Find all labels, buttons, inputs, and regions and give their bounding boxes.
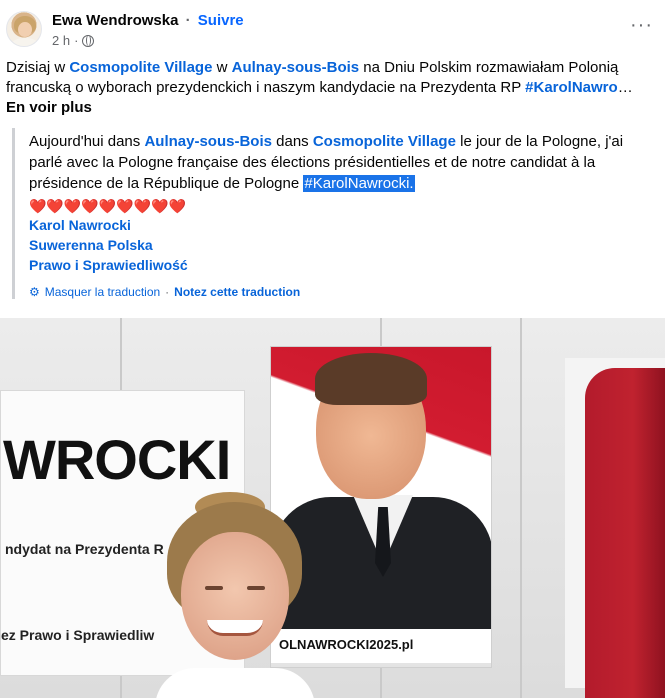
woman-eye	[205, 586, 223, 590]
tr-text-2: dans	[271, 133, 313, 150]
globe-icon[interactable]	[82, 34, 95, 47]
hide-translation-link[interactable]: Masquer la traduction	[45, 285, 160, 299]
tr-hashtag-selected[interactable]: #KarolNawrocki.	[303, 175, 415, 192]
place-link-aulnay[interactable]: Aulnay-sous-Bois	[232, 59, 360, 76]
post-time[interactable]: 2 h	[52, 33, 70, 48]
woman-top	[155, 668, 315, 698]
post-photo[interactable]: WROCKI ndydat na Prezydenta R ez Prawo i…	[0, 318, 665, 698]
hearts-emoji-row: ❤️❤️❤️❤️❤️❤️❤️❤️❤️	[29, 198, 186, 214]
rate-translation-link[interactable]: Notez cette traduction	[174, 285, 300, 299]
hashtag-link[interactable]: #KarolNawro	[525, 79, 618, 96]
flag-red-stripe	[585, 368, 665, 698]
link-karol-nawrocki[interactable]: Karol Nawrocki	[29, 215, 658, 235]
poster-hair	[315, 353, 427, 405]
gear-icon: ⚙	[29, 285, 40, 299]
author-line: Ewa Wendrowska · Suivre	[52, 12, 244, 29]
author-name[interactable]: Ewa Wendrowska	[52, 12, 178, 29]
place-link-cosmopolite[interactable]: Cosmopolite Village	[69, 59, 212, 76]
post-body: Dzisiaj w Cosmopolite Village w Aulnay-s…	[6, 58, 656, 118]
woman-figure	[155, 492, 315, 698]
post-text-2: w	[212, 59, 232, 76]
tent-fold	[520, 318, 522, 698]
avatar-face	[18, 22, 32, 37]
banner-name-text: WROCKI	[3, 428, 231, 491]
link-suwerenna-polska[interactable]: Suwerenna Polska	[29, 235, 658, 255]
follow-button[interactable]: Suivre	[198, 12, 244, 29]
tr-place-link-aulnay[interactable]: Aulnay-sous-Bois	[144, 133, 272, 150]
banner-subtitle: ndydat na Prezydenta R	[5, 541, 164, 557]
woman-eye	[247, 586, 265, 590]
avatar-body	[11, 38, 39, 46]
post-header: Ewa Wendrowska · Suivre 2 h · ···	[0, 0, 665, 56]
meta-separator: ·	[74, 33, 79, 48]
translation-footer: ⚙ Masquer la traduction · Notez cette tr…	[29, 285, 658, 299]
author-avatar[interactable]	[6, 11, 42, 47]
woman-smile	[207, 620, 263, 636]
link-prawo-i-sprawiedliwosc[interactable]: Prawo i Sprawiedliwość	[29, 255, 658, 275]
translation-text: Aujourd'hui dans Aulnay-sous-Bois dans C…	[29, 128, 658, 194]
post-meta: 2 h ·	[52, 33, 95, 48]
more-options-icon[interactable]: ···	[630, 14, 653, 37]
see-more-link[interactable]: En voir plus	[6, 99, 92, 116]
post-text-1: Dzisiaj w	[6, 59, 70, 76]
banner-bottom-text: ez Prawo i Sprawiedliw	[1, 627, 155, 643]
woman-face	[181, 532, 289, 660]
footer-separator: ·	[165, 285, 170, 299]
name-separator: ·	[185, 12, 191, 29]
tr-text-1: Aujourd'hui dans	[29, 133, 145, 150]
post-ellipsis: …	[617, 79, 633, 96]
tr-place-link-cosmopolite[interactable]: Cosmopolite Village	[313, 133, 456, 150]
translation-block: Aujourd'hui dans Aulnay-sous-Bois dans C…	[12, 128, 658, 299]
